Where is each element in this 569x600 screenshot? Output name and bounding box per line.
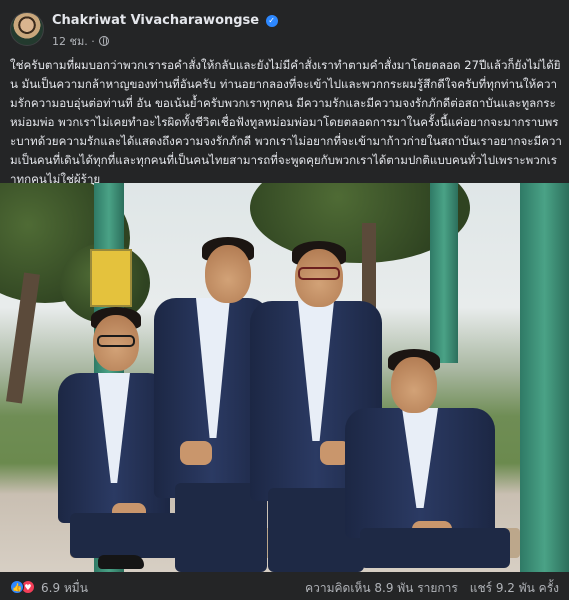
like-icon[interactable]: 👍 — [10, 580, 24, 594]
author-name-text[interactable]: Chakriwat Vivacharawongse — [52, 13, 259, 28]
facebook-post: Chakriwat Vivacharawongse ✓ 12 ชม. · ใช่… — [0, 0, 569, 600]
post-footer: 👍 ♥ 6.9 หมื่น ความคิดเห็น 8.9 พัน รายการ… — [0, 572, 569, 600]
shares-count[interactable]: แชร์ 9.2 พัน ครั้ง — [470, 581, 559, 595]
globe-icon[interactable] — [99, 36, 110, 46]
reactions-count[interactable]: 6.9 หมื่น — [41, 579, 88, 598]
post-photo[interactable] — [0, 183, 569, 572]
comments-count[interactable]: ความคิดเห็น 8.9 พัน รายการ — [305, 581, 458, 595]
verified-badge-icon: ✓ — [265, 15, 278, 27]
author-avatar[interactable] — [10, 12, 44, 46]
author-name[interactable]: Chakriwat Vivacharawongse ✓ — [52, 13, 278, 28]
post-timestamp[interactable]: 12 ชม. — [52, 35, 88, 48]
yellow-electrical-box — [90, 249, 132, 307]
post-stats: ความคิดเห็น 8.9 พัน รายการ แชร์ 9.2 พัน … — [305, 579, 559, 598]
post-body-text: ใช่ครับตามที่ผมบอกว่าพวกเรารอคำสั่งให้กล… — [10, 58, 562, 186]
post-meta: 12 ชม. · — [52, 32, 110, 50]
post-header: Chakriwat Vivacharawongse ✓ 12 ชม. · — [0, 0, 569, 56]
gazebo-pillar — [430, 183, 458, 363]
gazebo-pillar — [520, 183, 569, 572]
